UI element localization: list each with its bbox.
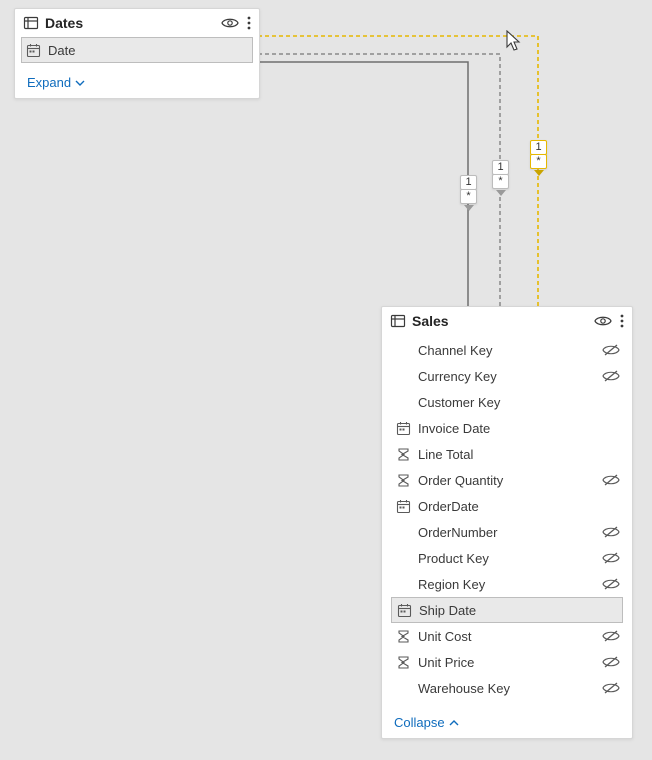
field-row[interactable]: OrderDate xyxy=(382,493,632,519)
hidden-icon[interactable] xyxy=(602,551,620,565)
field-label: Line Total xyxy=(418,447,596,462)
hidden-icon[interactable] xyxy=(602,525,620,539)
hidden-icon[interactable] xyxy=(602,343,620,357)
more-options-icon[interactable] xyxy=(247,16,251,30)
table-card-dates[interactable]: Dates Date Expand xyxy=(14,8,260,99)
field-row[interactable]: Unit Price xyxy=(382,649,632,675)
sigma-icon xyxy=(394,473,412,488)
sigma-icon xyxy=(394,447,412,462)
card-title: Sales xyxy=(412,313,588,329)
more-options-icon[interactable] xyxy=(620,314,624,328)
field-label: Warehouse Key xyxy=(418,681,596,696)
field-row[interactable]: Warehouse Key xyxy=(382,675,632,701)
field-row[interactable]: Date xyxy=(21,37,253,63)
field-label: OrderNumber xyxy=(418,525,596,540)
field-label: OrderDate xyxy=(418,499,596,514)
cardinality-many: * xyxy=(492,174,509,189)
cardinality-pair-1: 1 * xyxy=(460,175,477,211)
calendar-icon xyxy=(395,603,413,618)
table-icon xyxy=(390,313,406,329)
field-list: Date xyxy=(15,37,259,65)
table-card-sales[interactable]: Sales Channel Key Currency Key Customer Ke… xyxy=(381,306,633,739)
field-row[interactable]: Currency Key xyxy=(382,363,632,389)
collapse-toggle[interactable]: Collapse xyxy=(382,705,632,738)
field-label: Customer Key xyxy=(418,395,596,410)
field-row[interactable]: Product Key xyxy=(382,545,632,571)
sigma-icon xyxy=(394,629,412,644)
field-row[interactable]: Ship Date xyxy=(391,597,623,623)
calendar-icon xyxy=(24,43,42,58)
hidden-icon[interactable] xyxy=(602,655,620,669)
field-label: Unit Cost xyxy=(418,629,596,644)
cardinality-pair-2: 1 * xyxy=(492,160,509,196)
arrow-down-icon xyxy=(534,170,544,176)
field-row[interactable]: Unit Cost xyxy=(382,623,632,649)
card-header[interactable]: Dates xyxy=(15,9,259,37)
calendar-icon xyxy=(394,421,412,436)
field-label: Order Quantity xyxy=(418,473,596,488)
visibility-icon[interactable] xyxy=(594,314,612,328)
field-label: Date xyxy=(48,43,226,58)
field-label: Region Key xyxy=(418,577,596,592)
field-label: Invoice Date xyxy=(418,421,596,436)
cardinality-one: 1 xyxy=(460,175,477,190)
field-list: Channel Key Currency Key Customer Key Invoi… xyxy=(382,335,632,705)
field-row[interactable]: Region Key xyxy=(382,571,632,597)
field-label: Unit Price xyxy=(418,655,596,670)
arrow-down-icon xyxy=(464,205,474,211)
cardinality-pair-3: 1 * xyxy=(530,140,547,176)
visibility-icon[interactable] xyxy=(221,16,239,30)
card-title: Dates xyxy=(45,15,215,31)
hidden-icon[interactable] xyxy=(602,577,620,591)
field-row[interactable]: Customer Key xyxy=(382,389,632,415)
field-row[interactable]: Channel Key xyxy=(382,337,632,363)
cursor-icon xyxy=(505,30,523,52)
field-label: Currency Key xyxy=(418,369,596,384)
chevron-up-icon xyxy=(449,719,459,727)
arrow-down-icon xyxy=(496,190,506,196)
field-label: Product Key xyxy=(418,551,596,566)
expand-toggle[interactable]: Expand xyxy=(15,65,259,98)
cardinality-many: * xyxy=(460,189,477,204)
hidden-icon[interactable] xyxy=(602,473,620,487)
cardinality-one: 1 xyxy=(530,140,547,155)
chevron-down-icon xyxy=(75,79,85,87)
expand-label: Expand xyxy=(27,75,71,90)
card-header[interactable]: Sales xyxy=(382,307,632,335)
field-row[interactable]: OrderNumber xyxy=(382,519,632,545)
field-label: Channel Key xyxy=(418,343,596,358)
sigma-icon xyxy=(394,655,412,670)
field-label: Ship Date xyxy=(419,603,595,618)
field-row[interactable]: Invoice Date xyxy=(382,415,632,441)
cardinality-one: 1 xyxy=(492,160,509,175)
calendar-icon xyxy=(394,499,412,514)
field-row[interactable]: Order Quantity xyxy=(382,467,632,493)
table-icon xyxy=(23,15,39,31)
collapse-label: Collapse xyxy=(394,715,445,730)
hidden-icon[interactable] xyxy=(602,681,620,695)
hidden-icon[interactable] xyxy=(602,369,620,383)
hidden-icon[interactable] xyxy=(602,629,620,643)
cardinality-many: * xyxy=(530,154,547,169)
field-row[interactable]: Line Total xyxy=(382,441,632,467)
